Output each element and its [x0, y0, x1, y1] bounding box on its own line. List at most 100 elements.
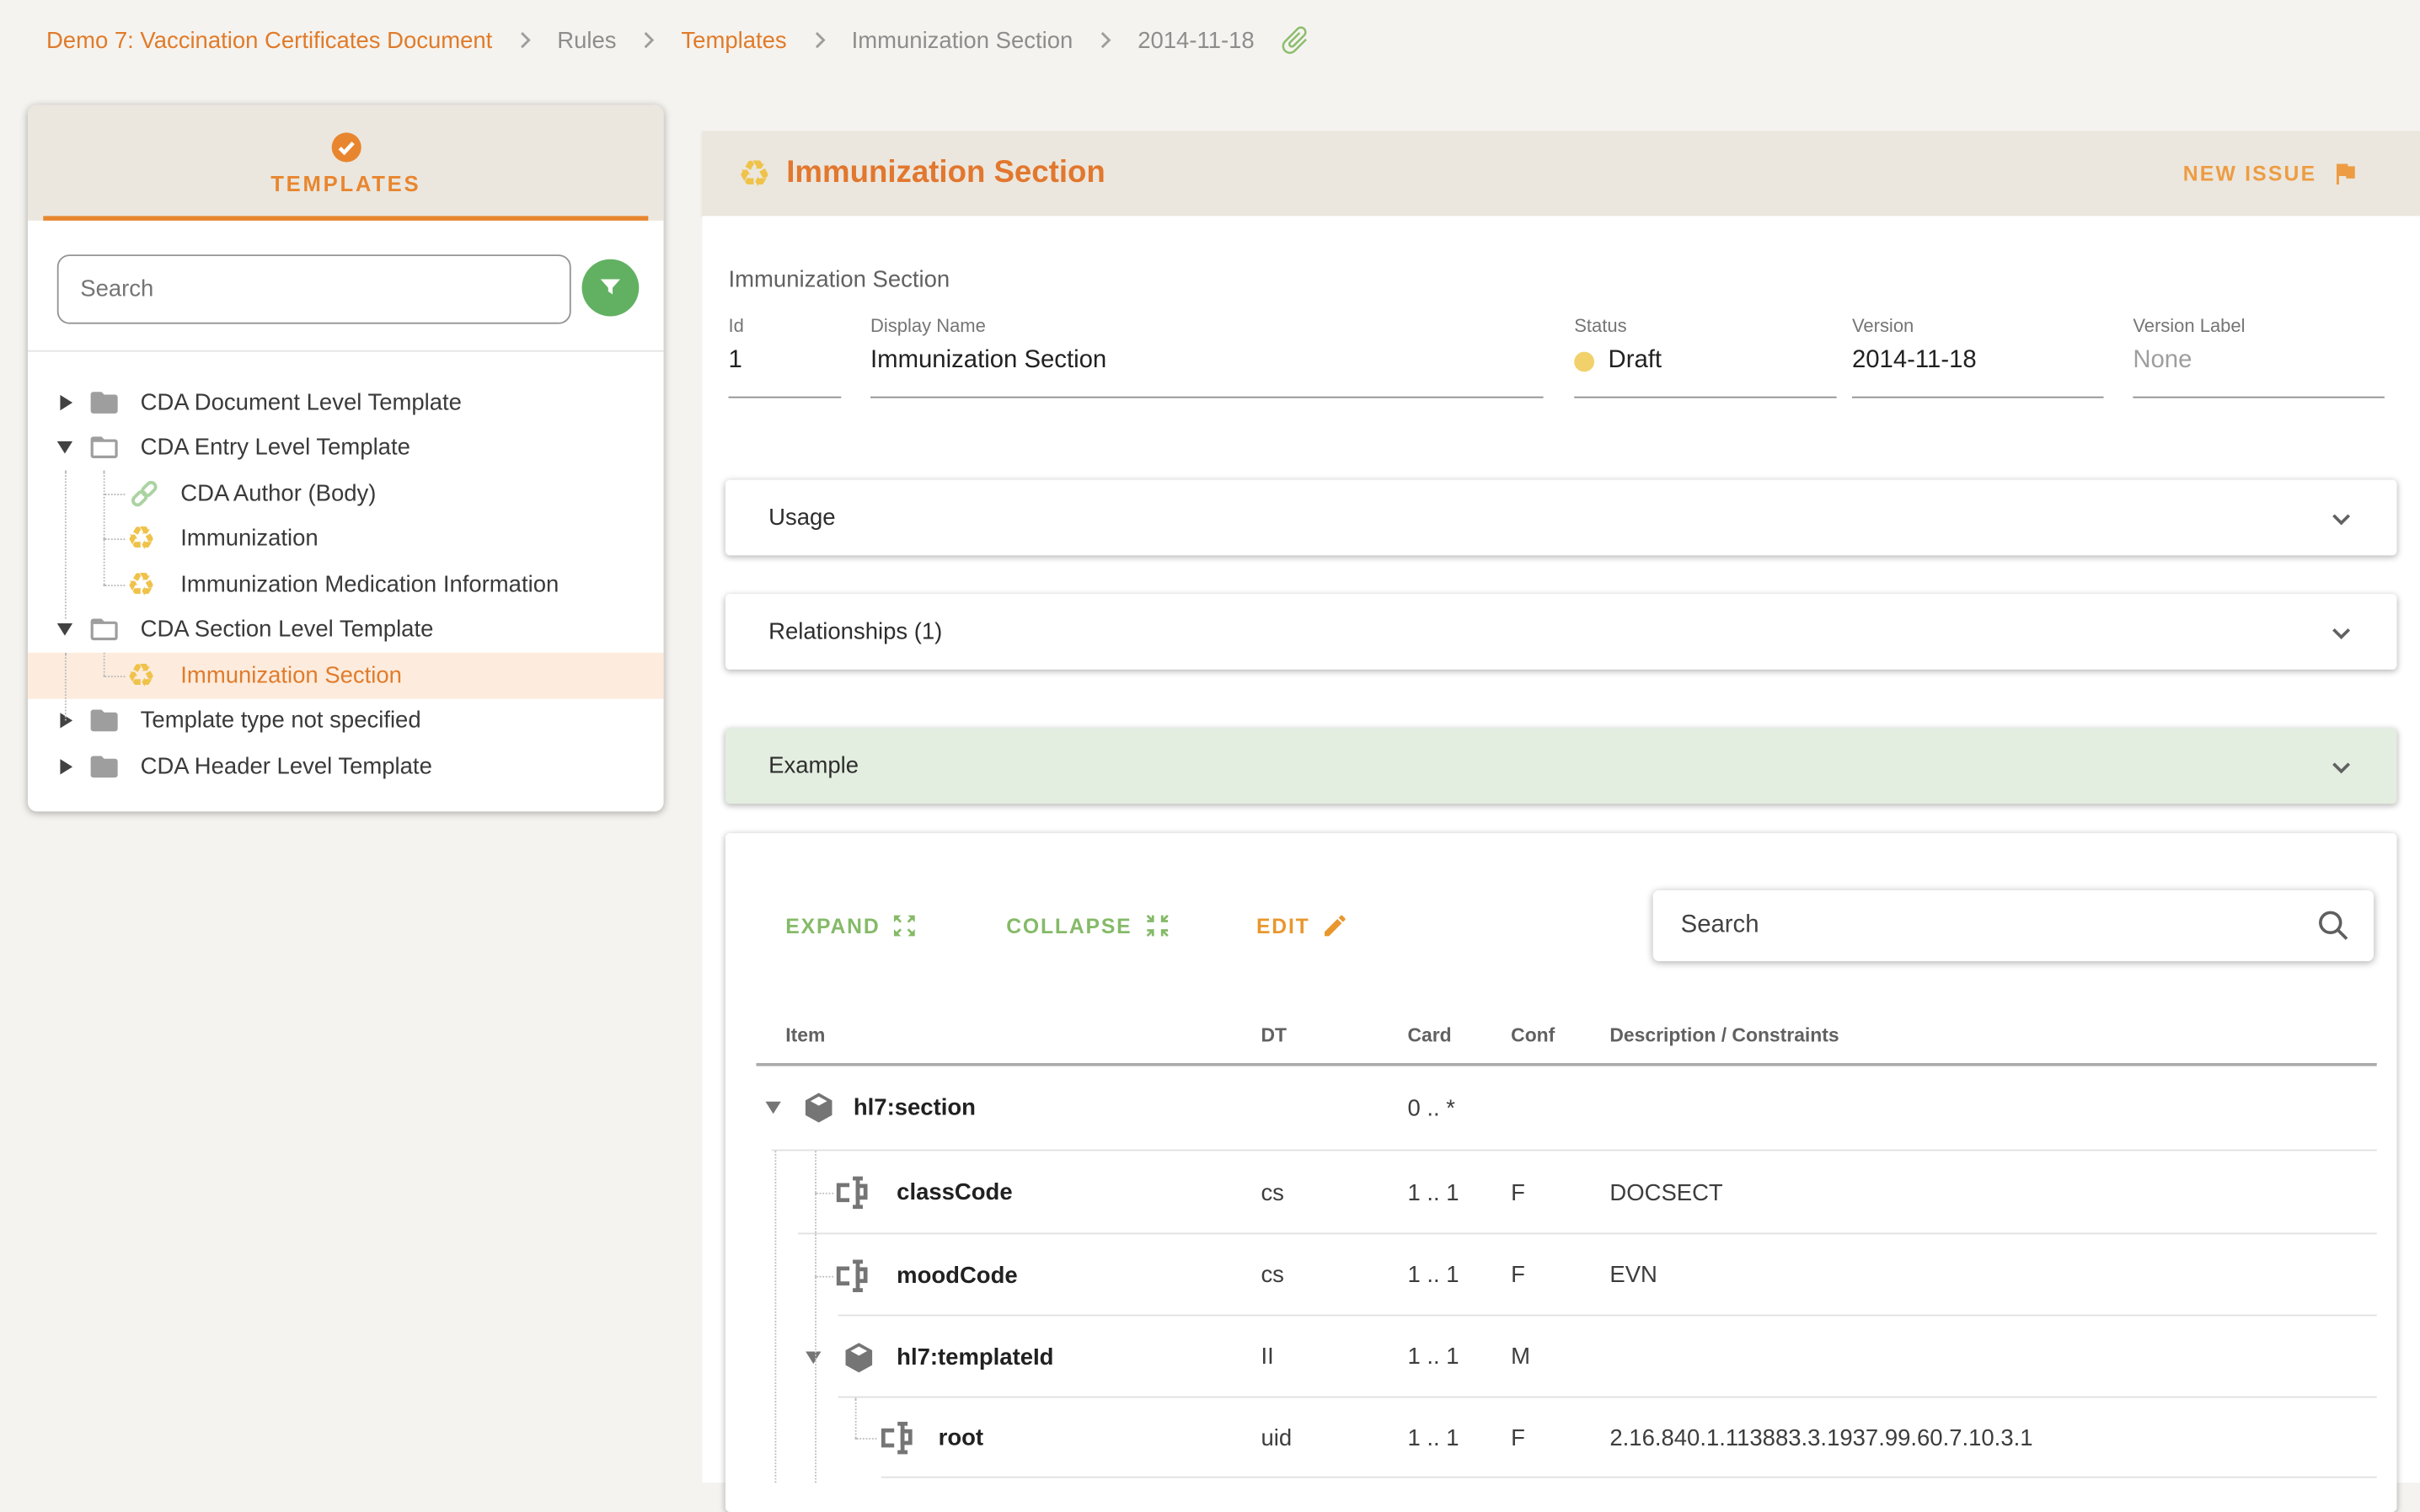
status-badge: Draft [1608, 347, 1662, 374]
tree-guide [103, 675, 126, 677]
cell-card: 1 .. 1 [1407, 1179, 1459, 1206]
cell-card: 1 .. 1 [1407, 1424, 1459, 1451]
table-row-root[interactable]: root uid 1 .. 1 F 2.16.840.1.113883.3.19… [725, 1397, 2377, 1478]
breadcrumb: Demo 7: Vaccination Certificates Documen… [0, 0, 2420, 80]
chevron-down-icon[interactable] [2323, 500, 2360, 537]
tree-guide [103, 584, 126, 586]
table-header-row: Item DT Card Conf Description / Constrai… [725, 1006, 2377, 1065]
field-display-name[interactable]: Display Name Immunization Section [870, 315, 1544, 398]
item-name: classCode [897, 1179, 1013, 1206]
tab-active-indicator [43, 216, 649, 221]
tree-guide [64, 470, 67, 619]
cell-card: 1 .. 1 [1407, 1262, 1459, 1289]
sidebar-item-cda-entry-level-template[interactable]: CDA Entry Level Template [28, 425, 664, 471]
tab-templates[interactable]: TEMPLATES [27, 104, 664, 221]
cell-dt: cs [1261, 1262, 1284, 1289]
tree-guide [815, 1151, 816, 1483]
folder-icon [90, 710, 118, 732]
attribute-icon [836, 1258, 868, 1292]
chevron-down-icon[interactable] [2323, 613, 2360, 650]
cell-conf: M [1511, 1344, 1531, 1370]
field-id[interactable]: Id 1 [728, 314, 842, 398]
pencil-icon [1324, 915, 1346, 937]
edit-button[interactable]: EDIT [1256, 890, 1348, 961]
expander-icon[interactable] [765, 1101, 781, 1114]
tree-item-label: CDA Section Level Template [140, 617, 434, 644]
tree-guide [854, 1438, 877, 1440]
expand-icon [894, 915, 916, 937]
folder-icon [90, 756, 118, 777]
chevron-down-icon[interactable] [2323, 747, 2360, 784]
search-icon[interactable] [2315, 907, 2352, 944]
paperclip-icon[interactable] [1277, 23, 1311, 56]
table-row-moodcode[interactable]: moodCode cs 1 .. 1 F EVN [725, 1234, 2377, 1317]
expander-icon[interactable] [56, 623, 73, 637]
divider [27, 350, 664, 352]
folder-open-icon [90, 618, 118, 641]
templates-sidebar: TEMPLATES CDA Document Level Template CD… [27, 104, 664, 812]
accordion-example[interactable]: Example [725, 728, 2397, 804]
expander-icon[interactable] [56, 441, 73, 454]
table-row-classcode[interactable]: classCode cs 1 .. 1 F DOCSECT [725, 1151, 2377, 1235]
field-label: Status [1574, 314, 1627, 337]
collapse-button[interactable]: COLLAPSE [1006, 890, 1170, 961]
table-search-input[interactable] [1652, 911, 2316, 940]
field-label: Display Name [870, 314, 986, 337]
sidebar-item-cda-header-level-template[interactable]: CDA Header Level Template [28, 744, 664, 789]
expand-label: EXPAND [785, 914, 881, 938]
element-icon [805, 1093, 833, 1123]
recycle-icon: ♻ [737, 152, 771, 195]
recycle-icon: ♻ [126, 520, 156, 558]
column-header-dt: DT [1261, 1024, 1287, 1046]
status-dot [1574, 350, 1595, 371]
expander-icon[interactable] [60, 758, 73, 775]
accordion-usage[interactable]: Usage [725, 479, 2397, 556]
funnel-icon [600, 279, 621, 295]
breadcrumb-templates-link[interactable]: Templates [681, 27, 786, 53]
item-name: hl7:templateId [897, 1344, 1054, 1370]
expand-button[interactable]: EXPAND [785, 890, 918, 961]
item-name: hl7:section [853, 1094, 976, 1121]
field-status[interactable]: Status Draft [1574, 314, 1837, 398]
expander-icon[interactable] [806, 1350, 822, 1364]
field-value: Immunization Section [870, 347, 1107, 374]
template-detail-panel: Immunization Section Id 1 Display Name I… [702, 216, 2420, 1512]
tree-item-label: CDA Document Level Template [140, 389, 462, 416]
table-row-hl7-section[interactable]: hl7:section 0 .. * [725, 1065, 2377, 1151]
chevron-right-icon [636, 28, 661, 52]
cell-description: 2.16.840.1.113883.3.1937.99.60.7.10.3.1 [1609, 1424, 2033, 1451]
item-name: moodCode [897, 1262, 1018, 1289]
field-version[interactable]: Version 2014-11-18 [1851, 315, 2104, 398]
sidebar-item-cda-document-level-template[interactable]: CDA Document Level Template [28, 380, 664, 425]
cell-description: DOCSECT [1609, 1179, 1723, 1206]
tree-item-label: Immunization [180, 526, 319, 553]
cell-conf: F [1511, 1424, 1525, 1451]
breadcrumb-project-link[interactable]: Demo 7: Vaccination Certificates Documen… [46, 27, 492, 53]
sidebar-item-cda-section-level-template[interactable]: CDA Section Level Template [28, 607, 664, 653]
edit-label: EDIT [1256, 914, 1310, 938]
column-header-description: Description / Constraints [1609, 1024, 1839, 1046]
field-label: Version Label [2133, 314, 2246, 337]
breadcrumb-rules[interactable]: Rules [557, 27, 616, 53]
chevron-right-icon [806, 28, 831, 52]
table-row-hl7-templateid[interactable]: hl7:templateId II 1 .. 1 M [725, 1316, 2377, 1398]
tree-guide [854, 1397, 857, 1439]
breadcrumb-version[interactable]: 2014-11-18 [1138, 27, 1255, 53]
breadcrumb-template-name[interactable]: Immunization Section [852, 27, 1073, 53]
tree-item-label: Immunization Medication Information [180, 571, 559, 598]
tab-templates-label: TEMPLATES [270, 171, 421, 196]
attribute-icon [836, 1176, 868, 1210]
filter-button[interactable] [581, 259, 640, 317]
accordion-relationships[interactable]: Relationships (1) [725, 594, 2397, 670]
field-version-label[interactable]: Version Label None [2133, 315, 2385, 398]
cell-conf: F [1511, 1262, 1525, 1289]
sidebar-item-template-type-not-specified[interactable]: Template type not specified [28, 698, 664, 744]
accordion-label: Relationships (1) [768, 618, 943, 645]
collapse-label: COLLAPSE [1006, 914, 1132, 938]
folder-icon [90, 391, 118, 414]
app-root: Demo 7: Vaccination Certificates Documen… [0, 0, 2420, 1512]
sidebar-search-input[interactable] [56, 254, 571, 324]
expander-icon[interactable] [60, 394, 73, 410]
field-label: Id [728, 314, 744, 337]
new-issue-button[interactable]: NEW ISSUE [2183, 159, 2360, 189]
